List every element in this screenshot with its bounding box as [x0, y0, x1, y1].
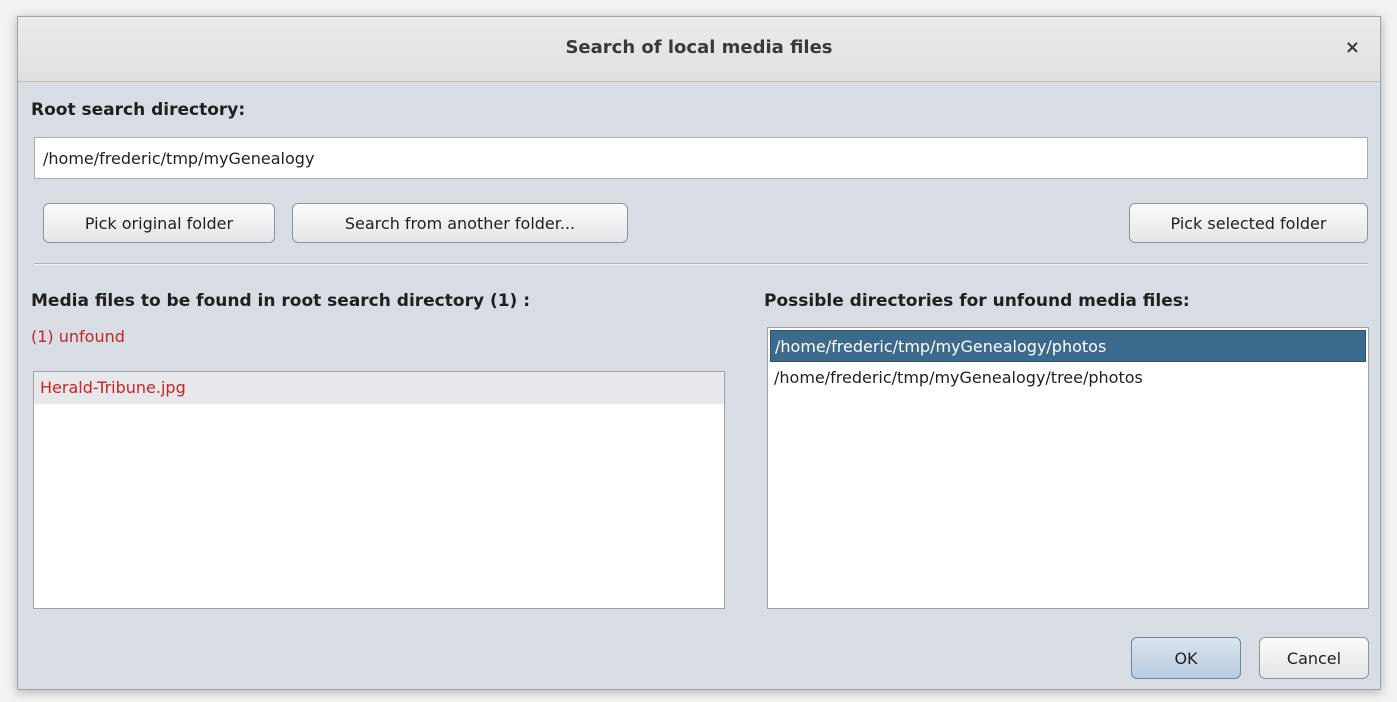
media-files-heading: Media files to be found in root search d…	[31, 291, 531, 311]
directories-list[interactable]: /home/frederic/tmp/myGenealogy/photos /h…	[767, 327, 1369, 609]
separator	[34, 263, 1368, 265]
ok-button[interactable]: OK	[1131, 637, 1241, 679]
possible-directories-heading: Possible directories for unfound media f…	[764, 291, 1190, 311]
pick-original-folder-button[interactable]: Pick original folder	[43, 203, 275, 243]
root-search-directory-input[interactable]	[34, 137, 1368, 179]
list-item[interactable]: /home/frederic/tmp/myGenealogy/photos	[770, 330, 1366, 362]
pick-selected-folder-button[interactable]: Pick selected folder	[1129, 203, 1368, 243]
search-another-folder-button[interactable]: Search from another folder...	[292, 203, 628, 243]
cancel-button[interactable]: Cancel	[1259, 637, 1369, 679]
unfound-status: (1) unfound	[31, 327, 125, 346]
media-search-dialog: Search of local media files × Root searc…	[17, 16, 1381, 690]
title-bar: Search of local media files ×	[18, 17, 1380, 82]
close-icon[interactable]: ×	[1345, 37, 1360, 58]
list-item[interactable]: Herald-Tribune.jpg	[34, 372, 724, 404]
root-search-label: Root search directory:	[31, 100, 246, 120]
list-item[interactable]: /home/frederic/tmp/myGenealogy/tree/phot…	[768, 362, 1368, 394]
dialog-title: Search of local media files	[565, 37, 833, 58]
media-files-list[interactable]: Herald-Tribune.jpg	[33, 371, 725, 609]
